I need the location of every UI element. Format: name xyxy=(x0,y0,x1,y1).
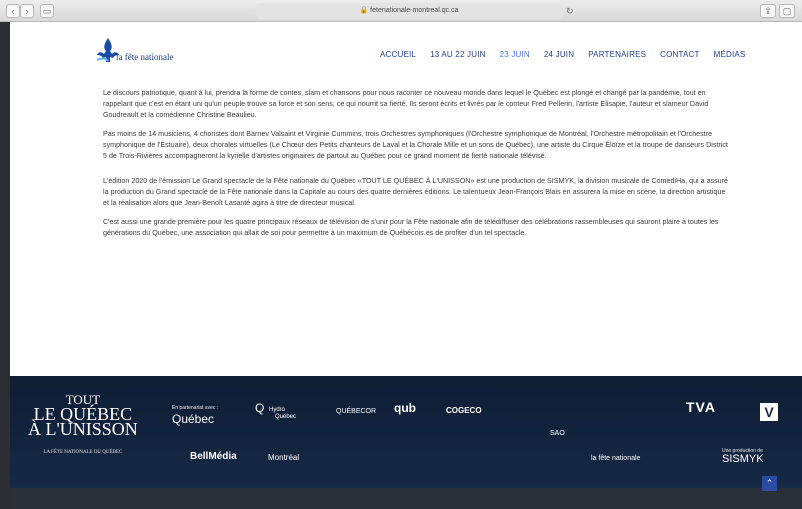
hydro-bottom: Québec xyxy=(275,414,297,420)
nav-accueil[interactable]: ACCUEIL xyxy=(380,50,416,59)
bottom-strip xyxy=(10,488,802,509)
paragraph-2: Pas moins de 14 musiciens, 4 choristes d… xyxy=(103,130,728,160)
address-bar[interactable]: 🔒 fetenationale-montreal.qc.ca xyxy=(256,3,562,19)
logo-qub: qub xyxy=(394,401,416,415)
logo-sismyk: SISMYK xyxy=(722,453,764,465)
logo-bell-media: BellMédia xyxy=(190,451,237,462)
nav-partenaires[interactable]: PARTENAIRES xyxy=(588,50,646,59)
event-title-line-3: À L'UNISSON xyxy=(28,419,138,439)
logo-text: la fête nationale xyxy=(116,52,174,62)
paragraph-4: C'est aussi une grande première pour les… xyxy=(103,218,719,237)
nav-23-juin[interactable]: 23 JUIN xyxy=(500,50,530,59)
nav-13-22-juin[interactable]: 13 AU 22 JUIN xyxy=(430,50,486,59)
nav-24-juin[interactable]: 24 JUIN xyxy=(544,50,574,59)
article-content: Le discours patriotique, quant à lui, pr… xyxy=(103,88,730,247)
fete-logo[interactable]: la fête nationale xyxy=(94,36,194,66)
event-subtitle: LA FÊTE NATIONALE DU QUÉBEC xyxy=(43,450,123,455)
reload-icon[interactable]: ↻ xyxy=(566,4,578,18)
browser-toolbar: ‹ › ▭ 🔒 fetenationale-montreal.qc.ca ↻ ⇪… xyxy=(0,0,802,22)
main-navigation: ACCUEIL 13 AU 22 JUIN 23 JUIN 24 JUIN PA… xyxy=(380,50,746,59)
logo-tva: TVA xyxy=(686,399,716,415)
lock-icon: 🔒 xyxy=(359,7,369,14)
logo-montreal: Montréal xyxy=(268,453,300,462)
url-text: fetenationale-montreal.qc.ca xyxy=(370,7,459,14)
website: la fête nationale ACCUEIL 13 AU 22 JUIN … xyxy=(10,22,802,509)
logo-cogeco: COGECO xyxy=(446,406,482,415)
logo-sao: SAO xyxy=(550,430,565,437)
share-button[interactable]: ⇪ xyxy=(760,4,776,18)
logo-hydro: Q xyxy=(255,401,265,415)
logo-quebecor: QUÉBECOR xyxy=(336,408,377,415)
back-button[interactable]: ‹ xyxy=(6,4,20,18)
tabs-button[interactable]: ▢ xyxy=(779,4,795,18)
logo-quebec: Québec xyxy=(172,412,215,426)
logo-v: V xyxy=(760,403,778,421)
forward-button[interactable]: › xyxy=(20,4,34,18)
event-title: TOUT LE QUÉBEC À L'UNISSON LA FÊTE NATIO… xyxy=(28,392,138,460)
paragraph-3: L'édition 2020 de l'émission Le Grand sp… xyxy=(103,177,729,207)
nav-medias[interactable]: MÉDIAS xyxy=(714,50,746,59)
nav-contact[interactable]: CONTACT xyxy=(660,50,699,59)
back-to-top-button[interactable]: ⌃ xyxy=(762,476,777,491)
paragraph-1: Le discours patriotique, quant à lui, pr… xyxy=(103,89,709,119)
logo-fete-nationale: la fête nationale xyxy=(591,455,641,462)
sidebar-toggle-button[interactable]: ▭ xyxy=(40,4,54,18)
site-header: la fête nationale ACCUEIL 13 AU 22 JUIN … xyxy=(10,22,802,82)
chevron-up-icon: ⌃ xyxy=(765,478,774,488)
